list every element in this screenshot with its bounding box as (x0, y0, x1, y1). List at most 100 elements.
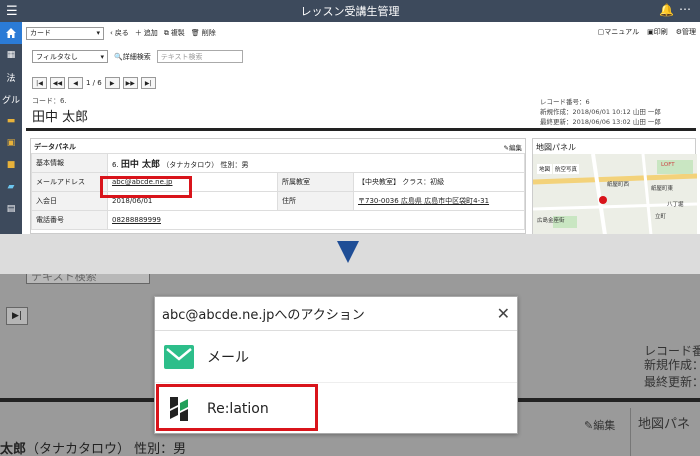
zoomed-name-bold: 太郎 (0, 442, 27, 456)
zoomed-name: 太郎（タナカタロウ） 性別：男 (0, 438, 186, 456)
toolbar-right: ▢マニュアル ▣印刷 ⚙管理 (598, 27, 696, 37)
title-bar: ☰ レッスン受講生管理 🔔 ⋯ (0, 0, 700, 22)
bell-icon[interactable]: 🔔 (659, 3, 674, 17)
map-label: 紙屋町東 (651, 186, 674, 192)
record-code: コード：6. (32, 97, 67, 105)
prev-page-button[interactable]: ◀ (68, 77, 83, 89)
map-label: 広島金座街 (537, 218, 565, 224)
basic-info-label: 基本情報 (31, 153, 108, 173)
folder-icon[interactable]: ■ (0, 154, 22, 176)
satellite-button[interactable]: 航空写真 (553, 164, 580, 174)
add-label: 追加 (143, 29, 158, 37)
zoomed-edit-label: ✎編集 (584, 417, 615, 433)
calendar-icon[interactable]: ▬ (0, 110, 22, 132)
filter-select-value: フィルタなし (36, 52, 78, 61)
record-no: 6. (112, 160, 119, 169)
basic-info-value: 6. 田中 太郎 （タナカタロウ） 性別：男 (107, 153, 525, 173)
zoomed-text-search: テキスト検索 (26, 274, 150, 284)
view-select-value: カード (30, 29, 51, 37)
map-panel: 地図パネル 地図 航空写真 LOFT 紙屋町西 紙屋町東 立町 八丁堀 広島金座… (532, 138, 697, 235)
phone-link[interactable]: 08288889999 (112, 216, 161, 224)
edit-button[interactable]: ✎編集 (504, 142, 522, 152)
app-title: レッスン受講生管理 (300, 5, 400, 18)
grid-icon[interactable]: ▦ (0, 44, 22, 66)
prev-fast-button[interactable]: ◀◀ (50, 77, 65, 89)
map-label: 八丁堀 (667, 202, 684, 208)
popup-title: abc@abcde.ne.jpへのアクション (162, 308, 365, 323)
chat-icon[interactable]: ▰ (0, 176, 22, 198)
zoomed-edit-text: 編集 (593, 419, 616, 432)
table-row: 基本情報 6. 田中 太郎 （タナカタロウ） 性別：男 (31, 153, 525, 173)
text-search-input[interactable]: テキスト検索 (156, 50, 243, 63)
table-row: 電話番号 08288889999 (31, 210, 525, 230)
manual-button[interactable]: ▢マニュアル (598, 27, 639, 37)
edit-label: 編集 (509, 144, 522, 152)
chevron-left-icon: ‹ (110, 29, 113, 37)
sidebar-item-law[interactable]: 法 (0, 66, 22, 88)
filter-select[interactable]: フィルタなし ▾ (32, 50, 108, 63)
close-icon[interactable]: ✕ (497, 304, 510, 323)
record-meta: レコード番号：6 新規作成：2018/06/01 10:12 山田 一郎 最終更… (540, 97, 661, 127)
image-icon[interactable]: ▣ (0, 132, 22, 154)
copy-icon: ⧉ (163, 28, 169, 37)
record-created: 新規作成：2018/06/01 10:12 山田 一郎 (540, 108, 661, 116)
map-label: 紙屋町西 (607, 182, 630, 188)
trash-icon: 🗑 (190, 29, 200, 37)
view-select[interactable]: カード ▾ (26, 26, 104, 40)
email-highlight-box (100, 176, 192, 198)
filter-bar: フィルタなし ▾ 🔍詳細検索 テキスト検索 (32, 50, 243, 63)
last-page-button[interactable]: ▶| (140, 77, 156, 89)
address-link[interactable]: 〒730-0036 広島県 広島市中区袋町4-31 (358, 197, 489, 205)
zoomed-record-created: 新規作成： (644, 358, 700, 372)
manage-button[interactable]: ⚙管理 (676, 27, 696, 37)
map-label: LOFT (661, 162, 675, 168)
search-icon: 🔍 (114, 52, 123, 61)
manage-label: 管理 (682, 28, 696, 36)
next-fast-button[interactable]: ▶▶ (122, 77, 138, 89)
detail-search-button[interactable]: 🔍詳細検索 (114, 52, 151, 62)
zoomed-record-updated: 最終更新： (644, 375, 700, 389)
map-view[interactable]: 地図 航空写真 LOFT 紙屋町西 紙屋町東 立町 八丁堀 広島金座街 (533, 154, 697, 235)
sidebar: ▦ 法 グル ▬ ▣ ■ ▰ ▤ (0, 22, 22, 234)
mail-action[interactable]: メール (155, 331, 517, 383)
header-divider (26, 128, 696, 131)
printer-icon: ▣ (647, 28, 654, 36)
first-page-button[interactable]: |◀ (32, 77, 47, 89)
hamburger-menu-icon[interactable]: ☰ (6, 4, 18, 19)
copy-button[interactable]: ⧉ 複製 (164, 28, 185, 38)
back-label: 戻る (114, 29, 129, 37)
student-name: 田中 太郎 (120, 159, 161, 170)
school-label: 所属教室 (277, 172, 354, 192)
chevron-down-icon: ▾ (96, 29, 100, 37)
record-name: 田中 太郎 (32, 110, 89, 125)
back-button[interactable]: ‹ 戻る (110, 28, 129, 38)
next-page-button[interactable]: ▶ (104, 77, 120, 89)
delete-button[interactable]: 🗑 削除 (191, 28, 216, 38)
mail-action-label: メール (207, 349, 249, 366)
print-button[interactable]: ▣印刷 (647, 27, 668, 37)
pencil-icon: ✎ (584, 419, 594, 432)
manual-label: マニュアル (604, 28, 640, 36)
address-cell: 〒730-0036 広島県 広島市中区袋町4-31 (353, 191, 525, 211)
copy-label: 複製 (170, 29, 185, 37)
more-options-icon[interactable]: ⋯ (679, 2, 692, 16)
chevron-down-icon: ▾ (100, 52, 104, 61)
arrow-down-icon (337, 241, 359, 263)
home-icon[interactable] (0, 22, 22, 44)
page-position: 1 / 6 (86, 79, 102, 87)
document-icon[interactable]: ▤ (0, 198, 22, 220)
zoomed-name-rest: （タナカタロウ） 性別：男 (26, 442, 187, 456)
print-label: 印刷 (653, 28, 668, 36)
add-button[interactable]: ＋追加 (135, 28, 158, 38)
map-panel-title: 地図パネル (536, 143, 576, 152)
mail-icon (163, 341, 195, 373)
popup-header: abc@abcde.ne.jpへのアクション ✕ (155, 297, 517, 331)
address-label: 住所 (277, 191, 354, 211)
sidebar-item-group[interactable]: グル (0, 88, 22, 110)
record-number: レコード番号：6 (540, 98, 590, 106)
student-gender: 性別：男 (220, 160, 249, 169)
map-label: 立町 (655, 214, 667, 220)
phone-label: 電話番号 (31, 210, 108, 230)
email-label: メールアドレス (31, 172, 108, 192)
map-type-button[interactable]: 地図 (537, 164, 553, 174)
